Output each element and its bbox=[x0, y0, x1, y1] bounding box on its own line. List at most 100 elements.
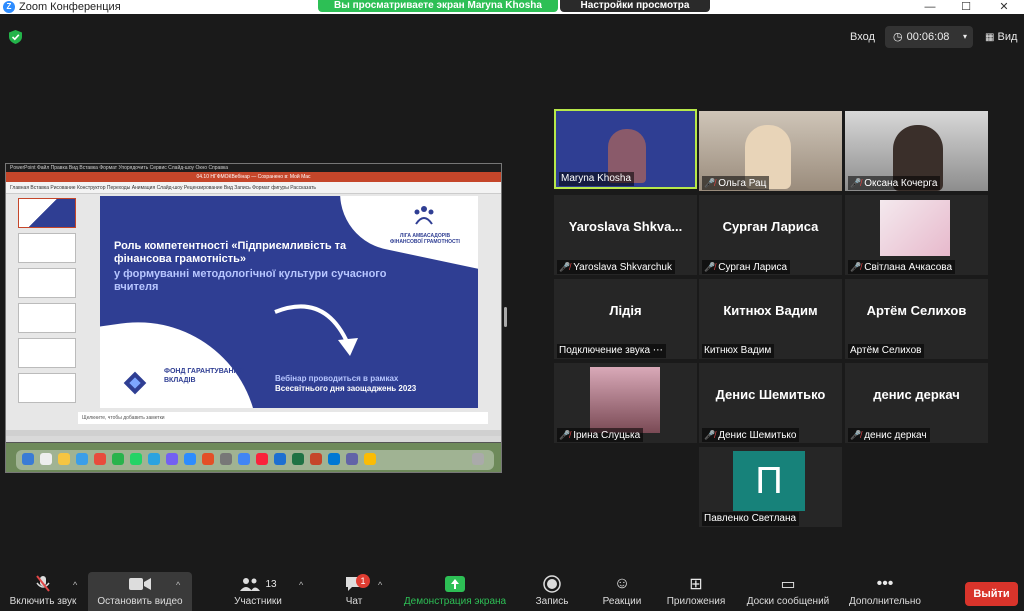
clock-icon: ◷ bbox=[893, 31, 903, 43]
maximize-icon[interactable]: ☐ bbox=[948, 0, 984, 14]
excel-icon bbox=[292, 453, 304, 465]
participant-tile[interactable]: Сурган Лариса 🎤̸ Сурган Лариса bbox=[699, 195, 842, 275]
reactions-button[interactable]: ☺ Реакции bbox=[592, 572, 652, 611]
enter-button[interactable]: Вход bbox=[850, 26, 875, 48]
participant-tile[interactable]: Китнюх Вадим Китнюх Вадим bbox=[699, 279, 842, 359]
more-button[interactable]: ••• Дополнительно bbox=[842, 572, 928, 611]
chevron-up-icon[interactable]: ^ bbox=[73, 580, 77, 590]
whiteboards-button[interactable]: ▭ Доски сообщений bbox=[738, 572, 838, 611]
mic-muted-icon: 🎤̸ bbox=[704, 262, 716, 272]
video-button[interactable]: Остановить видео bbox=[88, 572, 192, 611]
participant-tile[interactable]: 🎤̸ Світлана Ачкасова bbox=[845, 195, 988, 275]
leave-button[interactable]: Выйти bbox=[965, 582, 1018, 606]
participant-name-tag: Артём Селихов bbox=[848, 344, 925, 358]
chat-button[interactable]: Чат bbox=[330, 572, 378, 611]
powerpoint-icon bbox=[310, 453, 322, 465]
participant-tile[interactable]: Maryna Khosha bbox=[554, 109, 697, 189]
webinar-caption: Вебінар проводиться в рамках Всесвітньог… bbox=[275, 374, 465, 394]
slide-thumbnails bbox=[12, 198, 76, 426]
participant-tile[interactable]: 🎤̸ Ольга Рац bbox=[699, 111, 842, 191]
whiteboards-label: Доски сообщений bbox=[746, 596, 830, 607]
share-screen-label: Демонстрация экрана bbox=[403, 596, 507, 607]
view-button[interactable]: ▦ Вид bbox=[985, 26, 1017, 48]
slide-thumbnail bbox=[18, 338, 76, 368]
chevron-up-icon[interactable]: ^ bbox=[176, 580, 180, 590]
participant-tile[interactable]: 🎤̸ Оксана Кочерга bbox=[845, 111, 988, 191]
safari-icon bbox=[76, 453, 88, 465]
slide-thumbnail bbox=[18, 373, 76, 403]
trash-icon bbox=[472, 453, 484, 465]
apps-icon: ⊞ bbox=[689, 576, 703, 593]
reactions-label: Реакции bbox=[602, 596, 642, 607]
webinar-line-1: Вебінар проводиться в рамках bbox=[275, 374, 399, 383]
share-screen-icon bbox=[396, 572, 514, 596]
participant-name-tag: 🎤̸ Денис Шемитько bbox=[702, 428, 800, 442]
minimize-icon[interactable]: — bbox=[912, 0, 948, 14]
slide-thumbnail bbox=[18, 268, 76, 298]
participant-name: Yaroslava Shkvarchuk bbox=[573, 262, 672, 273]
shield-icon[interactable] bbox=[9, 30, 22, 44]
meeting-timer[interactable]: ◷ 00:06:08 ▾ bbox=[885, 26, 973, 48]
fund-logo-icon bbox=[123, 371, 147, 395]
people-icon: 13 bbox=[222, 572, 294, 596]
drive-icon bbox=[364, 453, 376, 465]
record-button[interactable]: Запись bbox=[526, 572, 578, 611]
chevron-up-icon[interactable]: ^ bbox=[378, 580, 382, 590]
music-icon bbox=[256, 453, 268, 465]
participant-name: Денис Шемитько bbox=[718, 430, 797, 441]
participant-name: Китнюх Вадим bbox=[704, 345, 772, 356]
participant-tile[interactable]: денис деркач 🎤̸ денис деркач bbox=[845, 363, 988, 443]
mute-button[interactable]: Включить звук bbox=[2, 572, 84, 611]
slide-title: Роль компетентності «Підприємливість та … bbox=[114, 240, 347, 265]
participant-name: Світлана Ачкасова bbox=[864, 262, 953, 273]
league-logo-icon bbox=[414, 206, 434, 225]
participants-button[interactable]: 13 Участники bbox=[222, 572, 294, 611]
share-screen-button[interactable]: Демонстрация экрана bbox=[396, 572, 514, 611]
participant-avatar bbox=[880, 200, 950, 256]
participant-tile[interactable]: Yaroslava Shkva... 🎤̸ Yaroslava Shkvarchu… bbox=[554, 195, 697, 275]
participant-name-tag: 🎤̸ Світлана Ачкасова bbox=[848, 260, 956, 274]
participant-tile[interactable]: Денис Шемитько 🎤̸ Денис Шемитько bbox=[699, 363, 842, 443]
zoom-icon bbox=[184, 453, 196, 465]
participant-tile[interactable]: Лідія Подключение звука ⋯ bbox=[554, 279, 697, 359]
split-handle[interactable] bbox=[504, 307, 507, 327]
whatsapp-icon bbox=[130, 453, 142, 465]
participant-display-name: Сурган Лариса bbox=[722, 219, 819, 234]
league-logo-text: ЛІГА АМБАСАДОРІВ ФІНАНСОВОЇ ГРАМОТНОСТІ bbox=[390, 233, 460, 245]
close-icon[interactable]: ✕ bbox=[986, 0, 1022, 14]
participant-display-name: Артём Селихов bbox=[866, 303, 967, 318]
participant-tile[interactable]: 🎤̸ Ірина Слуцька bbox=[554, 363, 697, 443]
calendar-icon bbox=[40, 453, 52, 465]
participant-name-tag: Maryna Khosha bbox=[559, 172, 635, 186]
ppt-ribbon: Главная Вставка Рисование Конструктор Пе… bbox=[6, 182, 501, 194]
participant-name: Павленко Светлана bbox=[704, 513, 797, 524]
whiteboard-icon: ▭ bbox=[780, 576, 796, 593]
participant-name-tag: 🎤̸ Ірина Слуцька bbox=[557, 428, 644, 442]
participant-name: Подключение звука bbox=[559, 345, 651, 356]
shared-screen[interactable]: PowerPoint Файл Правка Вид Вставка Форма… bbox=[5, 163, 502, 473]
more-dots-icon: ••• bbox=[876, 575, 894, 592]
participant-display-name: Денис Шемитько bbox=[715, 387, 826, 402]
apps-button[interactable]: ⊞ Приложения bbox=[658, 572, 734, 611]
slide-thumbnail bbox=[18, 198, 76, 228]
word-icon bbox=[274, 453, 286, 465]
chevron-down-icon: ▾ bbox=[962, 32, 967, 41]
participant-name: денис деркач bbox=[864, 430, 927, 441]
participant-tile[interactable]: Артём Селихов Артём Селихов bbox=[845, 279, 988, 359]
view-options-button[interactable]: Настройки просмотра bbox=[560, 0, 710, 12]
participant-name: Maryna Khosha bbox=[561, 173, 632, 184]
grid-icon: ▦ bbox=[985, 32, 995, 43]
window-title: Zoom Конференция bbox=[19, 1, 121, 13]
record-icon bbox=[526, 572, 578, 596]
fund-logo-text: ФОНД ГАРАНТУВАННЯ ВКЛАДІВ bbox=[164, 368, 244, 384]
chevron-up-icon[interactable]: ^ bbox=[299, 580, 303, 590]
participant-name: Артём Селихов bbox=[850, 345, 922, 356]
mute-label: Включить звук bbox=[9, 596, 77, 607]
participant-name-tag: 🎤̸ Ольга Рац bbox=[702, 176, 770, 190]
participant-display-name: Китнюх Вадим bbox=[723, 303, 818, 318]
participant-name: Ірина Слуцька bbox=[573, 430, 641, 441]
mic-muted-icon: 🎤̸ bbox=[850, 178, 862, 188]
participant-tile[interactable]: П Павленко Светлана bbox=[699, 447, 842, 527]
ppt-statusbar bbox=[6, 430, 501, 436]
telegram-icon bbox=[148, 453, 160, 465]
